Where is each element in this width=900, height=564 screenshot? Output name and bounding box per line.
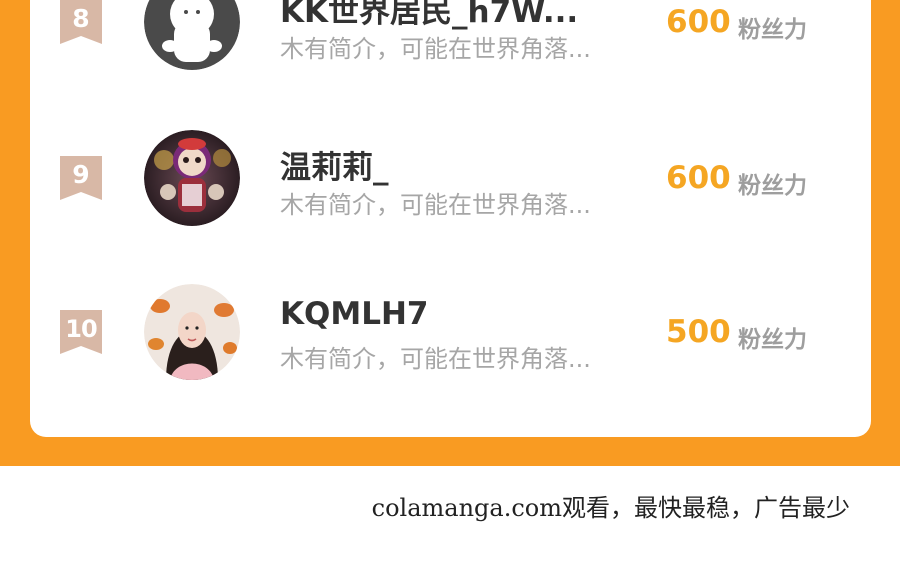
leaderboard-card: 8 KK世界居民_h7W... 木有简介，可能在世界角落... 600 粉丝力 … xyxy=(30,0,871,437)
user-intro: 木有简介，可能在世界角落... xyxy=(280,345,591,373)
default-ghost-avatar-icon xyxy=(144,0,240,70)
rank-badge: 9 xyxy=(60,156,102,200)
rank-number: 9 xyxy=(72,160,90,189)
user-intro: 木有简介，可能在世界角落... xyxy=(280,35,591,63)
footer-watermark-text: colamanga.com观看，最快最稳，广告最少 xyxy=(371,494,850,522)
leaderboard-row[interactable]: 10 KQMLH7 木有简介，可能在世界角落... 500 粉丝力 xyxy=(30,272,871,392)
avatar[interactable] xyxy=(144,284,240,380)
fans-label: 粉丝力 xyxy=(738,17,807,43)
fans-value: 600 xyxy=(666,4,731,40)
fans-value: 500 xyxy=(666,314,731,350)
avatar[interactable] xyxy=(144,130,240,226)
toy-photo-avatar xyxy=(144,130,240,226)
fans-value: 600 xyxy=(666,160,731,196)
rank-number: 10 xyxy=(65,315,97,343)
user-name[interactable]: KK世界居民_h7W... xyxy=(280,0,578,31)
leaderboard-row[interactable]: 9 温莉莉_ 木有简介，可能在世界角落... 600 粉丝力 xyxy=(30,118,871,238)
fans-label: 粉丝力 xyxy=(738,173,807,199)
leaderboard-row[interactable]: 8 KK世界居民_h7W... 木有简介，可能在世界角落... 600 粉丝力 xyxy=(30,0,871,82)
user-name[interactable]: 温莉莉_ xyxy=(280,142,389,187)
fans-label: 粉丝力 xyxy=(738,327,807,353)
avatar[interactable] xyxy=(144,0,240,70)
user-name[interactable]: KQMLH7 xyxy=(280,296,429,332)
rank-badge: 10 xyxy=(60,310,102,354)
rank-number: 8 xyxy=(72,4,90,33)
portrait-photo-avatar xyxy=(144,284,240,380)
user-intro: 木有简介，可能在世界角落... xyxy=(280,191,591,219)
rank-badge: 8 xyxy=(60,0,102,44)
